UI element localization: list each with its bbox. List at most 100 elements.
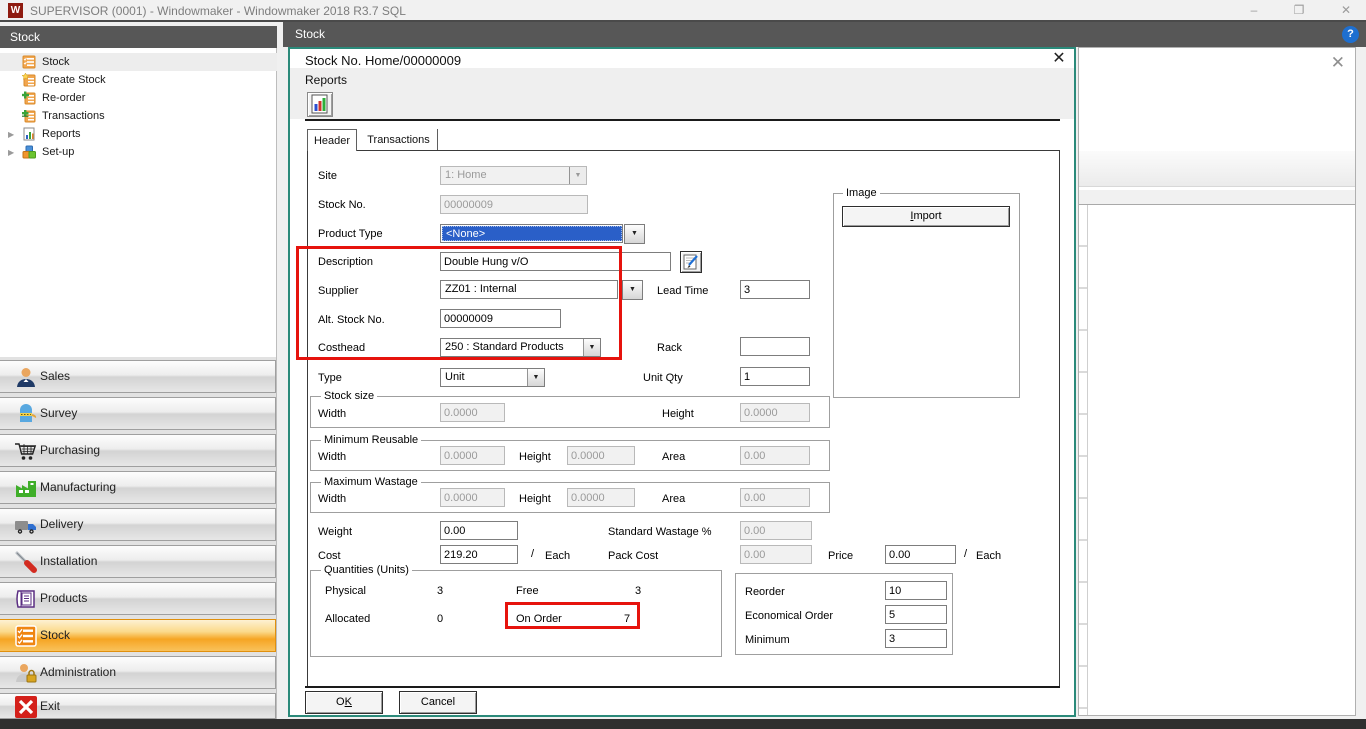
edit-description-button[interactable] bbox=[680, 251, 702, 273]
costhead-combo[interactable]: 250 : Standard Products ▼ bbox=[440, 338, 601, 357]
product-type-combo[interactable]: <None> bbox=[440, 224, 623, 243]
max-wastage-area-field[interactable] bbox=[740, 488, 810, 507]
tree-item-label: Set-up bbox=[42, 143, 74, 161]
help-icon[interactable]: ? bbox=[1342, 26, 1359, 43]
max-wastage-width-field[interactable] bbox=[440, 488, 505, 507]
allocated-label: Allocated bbox=[325, 613, 370, 626]
module-button-installation[interactable]: Installation bbox=[0, 545, 276, 578]
max-wastage-height-field[interactable] bbox=[567, 488, 635, 507]
tree-item-reports[interactable]: ▶ Reports bbox=[0, 125, 277, 143]
supplier-value: ZZ01 : Internal bbox=[442, 282, 617, 297]
site-combo[interactable]: 1: Home ▼ bbox=[440, 166, 587, 185]
module-button-stock[interactable]: Stock bbox=[0, 619, 276, 652]
module-button-delivery[interactable]: Delivery bbox=[0, 508, 276, 541]
max-wastage-height-label: Height bbox=[519, 493, 551, 506]
tab-header[interactable]: Header bbox=[307, 129, 357, 151]
lead-time-field[interactable] bbox=[740, 280, 810, 299]
close-icon[interactable]: ✕ bbox=[1331, 54, 1345, 71]
on-order-label: On Order bbox=[516, 613, 562, 626]
tree-item-stock[interactable]: Stock bbox=[0, 53, 277, 71]
module-label: Administration bbox=[40, 657, 116, 688]
stock-size-width-field[interactable] bbox=[440, 403, 505, 422]
min-reusable-height-label: Height bbox=[519, 451, 551, 464]
chevron-down-icon[interactable]: ▼ bbox=[624, 224, 645, 244]
module-button-exit[interactable]: Exit bbox=[0, 693, 276, 719]
minimize-icon[interactable]: – bbox=[1238, 0, 1270, 20]
module-button-survey[interactable]: Survey bbox=[0, 397, 276, 430]
type-combo[interactable]: Unit ▼ bbox=[440, 368, 545, 387]
administration-icon bbox=[14, 661, 38, 685]
cost-field[interactable] bbox=[440, 545, 518, 564]
pack-cost-field[interactable] bbox=[740, 545, 812, 564]
stock-size-group-title: Stock size bbox=[321, 390, 377, 402]
product-type-value: <None> bbox=[442, 226, 622, 241]
cost-per-label: Each bbox=[545, 550, 570, 563]
report-chart-button[interactable] bbox=[307, 92, 333, 117]
tree-item-set-up[interactable]: ▶ Set-up bbox=[0, 143, 277, 161]
stock-size-height-field[interactable] bbox=[740, 403, 810, 422]
chevron-down-icon[interactable]: ▼ bbox=[622, 280, 643, 300]
price-label: Price bbox=[828, 550, 853, 563]
min-reusable-height-field[interactable] bbox=[567, 446, 635, 465]
footer-separator bbox=[305, 686, 1060, 688]
menu-reports[interactable]: Reports bbox=[305, 73, 347, 87]
cancel-button[interactable]: Cancel bbox=[399, 691, 477, 714]
physical-label: Physical bbox=[325, 585, 366, 598]
module-button-purchasing[interactable]: Purchasing bbox=[0, 434, 276, 467]
maximum-wastage-group-title: Maximum Wastage bbox=[321, 476, 421, 488]
stock-no-field[interactable] bbox=[440, 195, 588, 214]
rack-field[interactable] bbox=[740, 337, 810, 356]
import-button[interactable]: Import bbox=[842, 206, 1010, 227]
app-logo-icon: W bbox=[8, 3, 23, 18]
minimum-field[interactable] bbox=[885, 629, 947, 648]
std-wastage-field[interactable] bbox=[740, 521, 812, 540]
supplier-combo[interactable]: ZZ01 : Internal bbox=[440, 280, 618, 299]
chevron-down-icon[interactable]: ▼ bbox=[583, 339, 600, 356]
unit-qty-field[interactable] bbox=[740, 367, 810, 386]
close-icon[interactable]: ✕ bbox=[1330, 0, 1362, 20]
edit-pencil-icon bbox=[681, 252, 701, 272]
type-value: Unit bbox=[442, 370, 526, 385]
minimum-label: Minimum bbox=[745, 634, 790, 647]
background-window-header-row bbox=[1079, 190, 1355, 205]
minimum-reusable-group-title: Minimum Reusable bbox=[321, 434, 421, 446]
restore-icon[interactable]: ❐ bbox=[1283, 0, 1315, 20]
image-group-title: Image bbox=[843, 187, 880, 199]
chevron-down-icon[interactable]: ▼ bbox=[569, 167, 586, 184]
site-value: 1: Home bbox=[442, 168, 568, 183]
tree-item-create-stock[interactable]: Create Stock bbox=[0, 71, 277, 89]
expand-arrow-icon[interactable]: ▶ bbox=[8, 126, 14, 144]
tab-page-left-edge bbox=[307, 150, 308, 686]
min-reusable-width-field[interactable] bbox=[440, 446, 505, 465]
stock-no-label: Stock No. bbox=[318, 199, 366, 212]
weight-field[interactable] bbox=[440, 521, 518, 540]
module-button-administration[interactable]: Administration bbox=[0, 656, 276, 689]
reorder-label: Reorder bbox=[745, 586, 785, 599]
create-stock-icon bbox=[22, 73, 36, 87]
alt-stock-no-field[interactable] bbox=[440, 309, 561, 328]
economical-order-field[interactable] bbox=[885, 605, 947, 624]
product-type-label: Product Type bbox=[318, 228, 383, 241]
mdi-window-title: Stock bbox=[295, 22, 325, 47]
reorder-field[interactable] bbox=[885, 581, 947, 600]
chart-icon bbox=[308, 93, 332, 116]
left-panel-title: Stock bbox=[0, 26, 277, 48]
tab-transactions[interactable]: Transactions bbox=[360, 129, 438, 151]
close-icon[interactable]: ✕ bbox=[1048, 48, 1070, 70]
price-field[interactable] bbox=[885, 545, 956, 564]
tree-item-transactions[interactable]: Transactions bbox=[0, 107, 277, 125]
min-reusable-area-field[interactable] bbox=[740, 446, 810, 465]
ok-button[interactable]: OK bbox=[305, 691, 383, 714]
tree-item-re-order[interactable]: Re-order bbox=[0, 89, 277, 107]
module-button-products[interactable]: Products bbox=[0, 582, 276, 615]
description-field[interactable] bbox=[440, 252, 671, 271]
vertical-scrollbar[interactable] bbox=[1079, 205, 1088, 715]
purchasing-cart-icon bbox=[14, 439, 38, 463]
chevron-down-icon[interactable]: ▼ bbox=[527, 369, 544, 386]
price-per-label: Each bbox=[976, 550, 1001, 563]
module-button-manufacturing[interactable]: Manufacturing bbox=[0, 471, 276, 504]
cost-slash: / bbox=[531, 548, 534, 561]
module-button-sales[interactable]: Sales bbox=[0, 360, 276, 393]
site-label: Site bbox=[318, 170, 337, 183]
expand-arrow-icon[interactable]: ▶ bbox=[8, 144, 14, 162]
